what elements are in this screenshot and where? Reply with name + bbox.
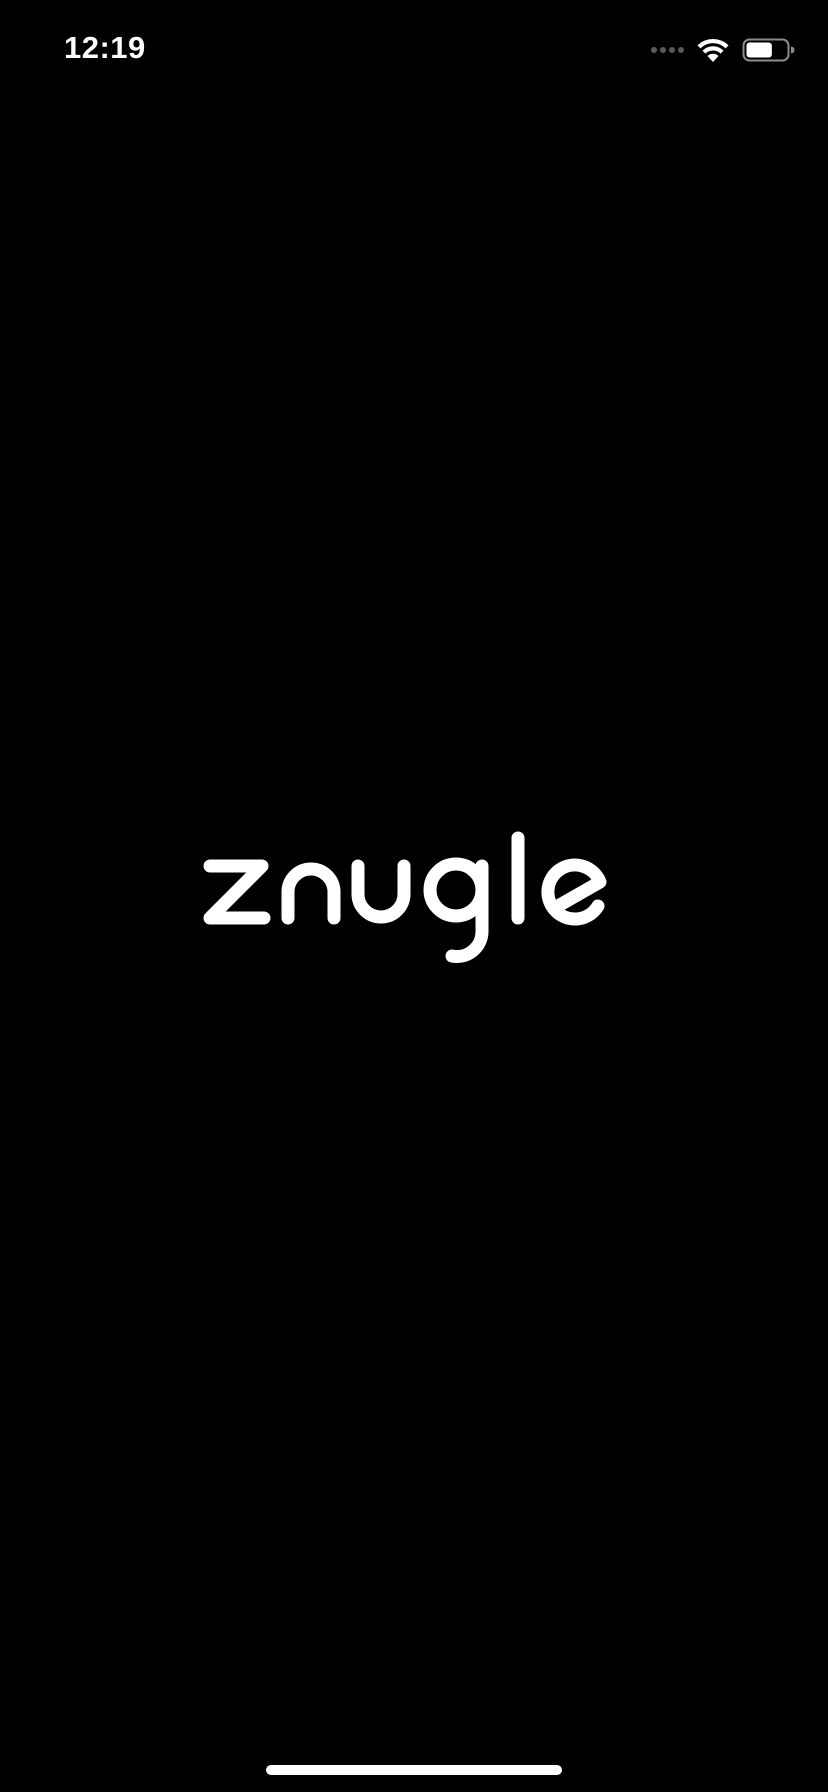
signal-dot [651,47,657,53]
logo-mark [203,831,607,963]
splash-screen: 12:19 [0,0,828,1792]
signal-dot [678,47,684,53]
status-time: 12:19 [64,30,146,65]
home-indicator[interactable] [266,1765,562,1775]
znugle-logo: znugle [200,828,626,968]
status-bar: 12:19 [0,0,828,100]
cellular-signal-icon [651,47,684,53]
battery-icon [742,37,796,63]
signal-dot [669,47,675,53]
battery-level-fill [746,42,772,58]
wifi-icon [696,37,730,63]
signal-dot [660,47,666,53]
status-indicators [651,34,796,66]
